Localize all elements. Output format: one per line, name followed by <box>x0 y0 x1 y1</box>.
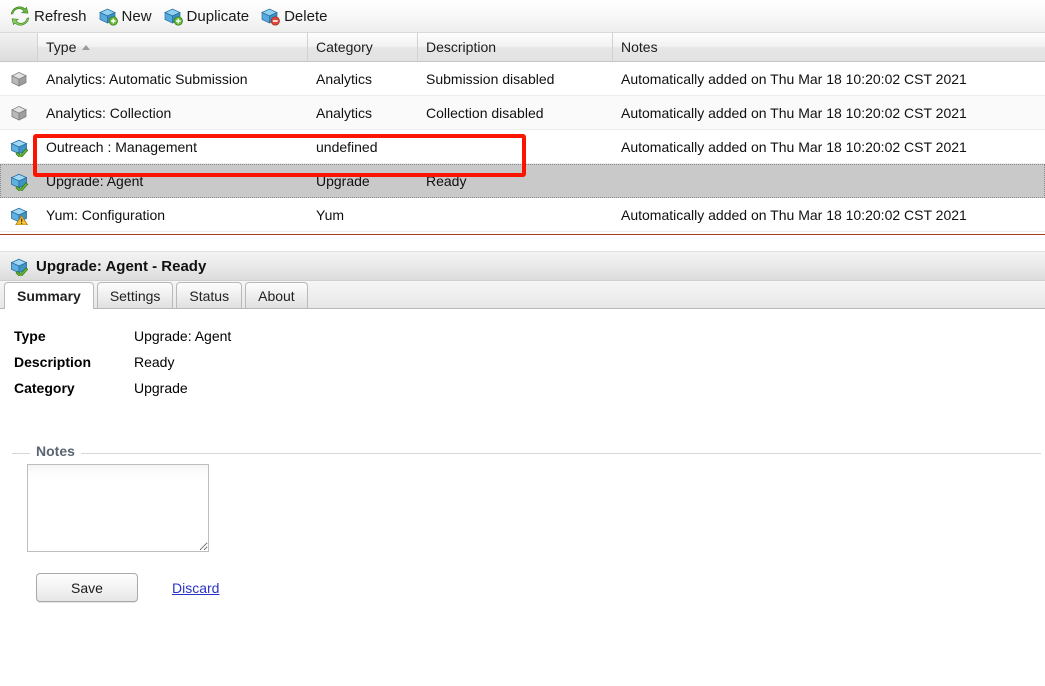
cell-notes: Automatically added on Thu Mar 18 10:20:… <box>613 96 1045 129</box>
summary-tab-panel: Type Upgrade: Agent Description Ready Ca… <box>0 309 1045 602</box>
delete-box-icon <box>259 6 281 26</box>
table-row[interactable]: Analytics: Collection Analytics Collecti… <box>0 96 1045 130</box>
cell-type: Upgrade: Agent <box>38 164 308 197</box>
grid-header-type-label: Type <box>46 39 76 55</box>
detail-panel-header: Upgrade: Agent - Ready <box>0 251 1045 281</box>
detail-actions: Save Discard <box>36 573 1045 602</box>
notes-fieldset-rule <box>12 453 1041 454</box>
grid-header-category-label: Category <box>316 39 373 55</box>
duplicate-button[interactable]: Duplicate <box>159 4 257 28</box>
new-button-label: New <box>122 8 152 25</box>
grid-header-description-label: Description <box>426 39 496 55</box>
tab-settings-label: Settings <box>110 288 161 304</box>
summary-type-value: Upgrade: Agent <box>134 323 231 349</box>
grey-box-icon <box>0 96 38 129</box>
cell-type: Analytics: Automatic Submission <box>38 62 308 95</box>
summary-category-value: Upgrade <box>134 375 188 401</box>
tab-settings[interactable]: Settings <box>97 282 174 308</box>
tab-status[interactable]: Status <box>176 282 242 308</box>
table-row[interactable]: Outreach : Management undefined Automati… <box>0 130 1045 164</box>
cell-notes: Automatically added on Thu Mar 18 10:20:… <box>613 62 1045 95</box>
tab-summary-label: Summary <box>17 288 81 304</box>
refresh-button[interactable]: Refresh <box>6 4 94 28</box>
summary-category-label: Category <box>0 375 134 401</box>
grid-header-category[interactable]: Category <box>308 33 418 61</box>
grid-header-notes[interactable]: Notes <box>613 33 1045 61</box>
tab-status-label: Status <box>189 288 229 304</box>
grid-header-description[interactable]: Description <box>418 33 613 61</box>
cell-category: Yum <box>308 198 418 231</box>
duplicate-box-icon <box>162 6 184 26</box>
cell-description: Submission disabled <box>418 62 613 95</box>
save-button[interactable]: Save <box>36 573 138 602</box>
blue-box-check-icon <box>0 164 38 197</box>
grid-header-type[interactable]: Type <box>38 33 308 61</box>
grid-header-row: Type Category Description Notes <box>0 33 1045 62</box>
blue-box-warning-icon <box>0 198 38 231</box>
grid-header-notes-label: Notes <box>621 39 658 55</box>
cell-notes <box>613 164 1045 197</box>
detail-tabs: Summary Settings Status About <box>0 281 1045 309</box>
table-row[interactable]: Analytics: Automatic Submission Analytic… <box>0 62 1045 96</box>
save-button-label: Save <box>71 580 103 596</box>
cell-notes: Automatically added on Thu Mar 18 10:20:… <box>613 130 1045 163</box>
application-window: Refresh New <box>0 0 1045 686</box>
sort-ascending-icon <box>82 45 90 50</box>
notes-legend: Notes <box>30 443 81 459</box>
cell-category: Analytics <box>308 62 418 95</box>
cell-type: Yum: Configuration <box>38 198 308 231</box>
summary-description-label: Description <box>0 349 134 375</box>
cell-category: Analytics <box>308 96 418 129</box>
duplicate-button-label: Duplicate <box>187 8 250 25</box>
tab-about-label: About <box>258 288 295 304</box>
refresh-icon <box>9 6 31 26</box>
tab-summary[interactable]: Summary <box>4 282 94 309</box>
new-button[interactable]: New <box>94 4 159 28</box>
cell-type: Outreach : Management <box>38 130 308 163</box>
cell-description <box>418 198 613 231</box>
delete-button-label: Delete <box>284 8 327 25</box>
toolbar: Refresh New <box>0 0 1045 33</box>
table-row-selected[interactable]: Upgrade: Agent Upgrade Ready <box>0 164 1045 198</box>
summary-field-category: Category Upgrade <box>0 375 1045 401</box>
delete-button[interactable]: Delete <box>256 4 334 28</box>
summary-field-description: Description Ready <box>0 349 1045 375</box>
grey-box-icon <box>0 62 38 95</box>
discard-link-label: Discard <box>172 580 219 596</box>
cell-description: Ready <box>418 164 613 197</box>
notes-input[interactable] <box>27 464 209 552</box>
tab-about[interactable]: About <box>245 282 308 308</box>
summary-type-label: Type <box>0 323 134 349</box>
refresh-button-label: Refresh <box>34 8 87 25</box>
new-box-icon <box>97 6 119 26</box>
table-row[interactable]: Yum: Configuration Yum Automatically add… <box>0 198 1045 232</box>
cell-description: Collection disabled <box>418 96 613 129</box>
cell-description <box>418 130 613 163</box>
grid-header-icon-column <box>0 33 38 61</box>
cell-notes: Automatically added on Thu Mar 18 10:20:… <box>613 198 1045 231</box>
detail-panel-title: Upgrade: Agent - Ready <box>36 258 206 275</box>
discard-link[interactable]: Discard <box>172 580 219 596</box>
blue-box-check-icon <box>8 256 30 276</box>
summary-description-value: Ready <box>134 349 174 375</box>
cell-category: undefined <box>308 130 418 163</box>
grid-bottom-rule <box>0 232 1045 235</box>
cell-type: Analytics: Collection <box>38 96 308 129</box>
summary-field-type: Type Upgrade: Agent <box>0 323 1045 349</box>
notes-fieldset: Notes <box>12 453 1041 555</box>
blue-box-check-icon <box>0 130 38 163</box>
items-grid: Type Category Description Notes <box>0 33 1045 235</box>
cell-category: Upgrade <box>308 164 418 197</box>
